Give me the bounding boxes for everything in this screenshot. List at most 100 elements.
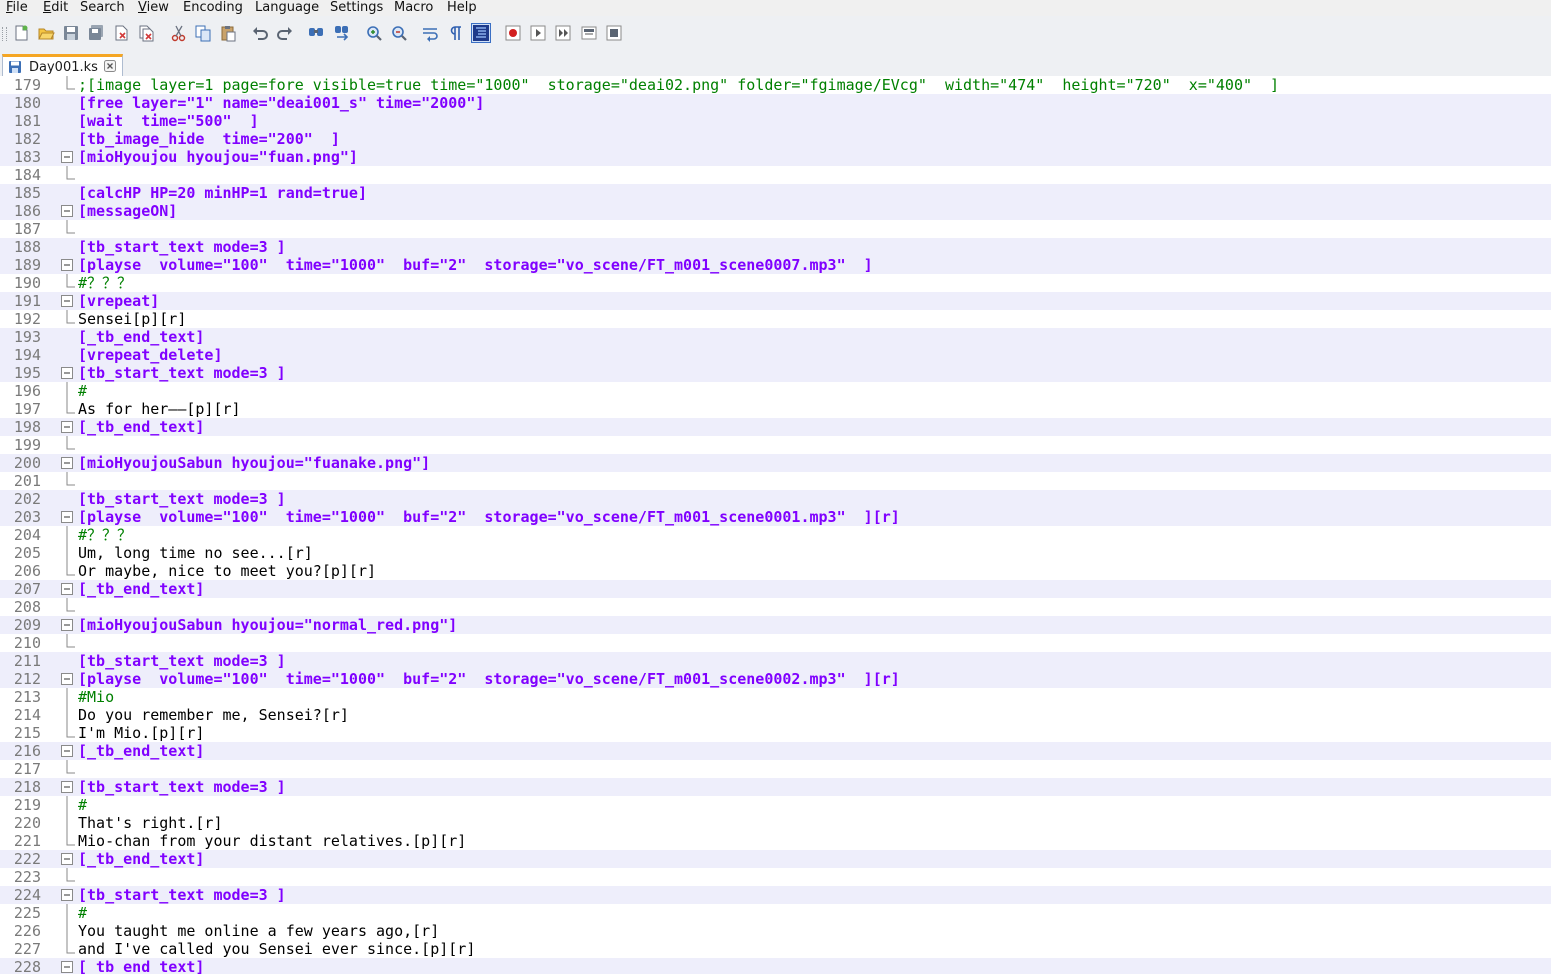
code-line[interactable]: 206 Or maybe, nice to meet you?[p][r] — [0, 562, 1551, 580]
menu-encoding[interactable]: Encoding — [183, 0, 243, 16]
fold-toggle-icon[interactable] — [58, 148, 76, 166]
editor-area[interactable]: 179 ;[image layer=1 page=fore visible=tru… — [0, 76, 1551, 974]
fold-toggle-icon[interactable] — [58, 454, 76, 472]
code-line[interactable]: 208 — [0, 598, 1551, 616]
record-macro-button[interactable] — [504, 24, 522, 42]
replace-button[interactable] — [333, 24, 351, 42]
code-line[interactable]: 224 [tb_start_text mode=3 ] — [0, 886, 1551, 904]
code-line[interactable]: 196 # — [0, 382, 1551, 400]
code-line[interactable]: 201 — [0, 472, 1551, 490]
code-line[interactable]: 191 [vrepeat] — [0, 292, 1551, 310]
code-line[interactable]: 216 [_tb_end_text] — [0, 742, 1551, 760]
find-button[interactable] — [307, 24, 325, 42]
code-line[interactable]: 198 [_tb_end_text] — [0, 418, 1551, 436]
cut-button[interactable] — [170, 24, 188, 42]
code-line[interactable]: 209 [mioHyoujouSabun hyoujou="normal_red.… — [0, 616, 1551, 634]
code-line[interactable]: 188 [tb_start_text mode=3 ] — [0, 238, 1551, 256]
code-line[interactable]: 218 [tb_start_text mode=3 ] — [0, 778, 1551, 796]
paste-button[interactable] — [219, 24, 237, 42]
code-line[interactable]: 227 and I've called you Sensei ever since… — [0, 940, 1551, 958]
code-line[interactable]: 199 — [0, 436, 1551, 454]
code-line[interactable]: 194 [vrepeat_delete] — [0, 346, 1551, 364]
fold-toggle-icon[interactable] — [58, 202, 76, 220]
code-line[interactable]: 211 [tb_start_text mode=3 ] — [0, 652, 1551, 670]
word-wrap-button[interactable] — [421, 24, 439, 42]
zoom-out-button[interactable] — [390, 24, 408, 42]
code-line[interactable]: 219 # — [0, 796, 1551, 814]
fold-toggle-icon[interactable] — [58, 616, 76, 634]
fold-toggle-icon[interactable] — [58, 418, 76, 436]
code-line[interactable]: 220 That's right.[r] — [0, 814, 1551, 832]
indent-guide-button[interactable] — [471, 23, 491, 43]
code-line[interactable]: 187 — [0, 220, 1551, 238]
fold-toggle-icon[interactable] — [58, 508, 76, 526]
code-line[interactable]: 205 Um, long time no see...[r] — [0, 544, 1551, 562]
save-macro-button[interactable] — [605, 24, 623, 42]
fold-toggle-icon[interactable] — [58, 778, 76, 796]
tab-day001[interactable]: Day001.ks — [2, 54, 123, 76]
code-line[interactable]: 189 [playse volume="100" time="1000" buf=… — [0, 256, 1551, 274]
code-line[interactable]: 185 [calcHP HP=20 minHP=1 rand=true] — [0, 184, 1551, 202]
close-tab-icon[interactable] — [104, 60, 116, 72]
play-macro-button[interactable] — [554, 24, 572, 42]
fold-toggle-icon[interactable] — [58, 256, 76, 274]
code-line[interactable]: 202 [tb_start_text mode=3 ] — [0, 490, 1551, 508]
open-file-button[interactable] — [37, 24, 55, 42]
run-macro-multiple-button[interactable] — [580, 24, 598, 42]
fold-toggle-icon[interactable] — [58, 580, 76, 598]
code-line[interactable]: 212 [playse volume="100" time="1000" buf=… — [0, 670, 1551, 688]
save-button[interactable] — [62, 24, 80, 42]
code-line[interactable]: 186 [messageON] — [0, 202, 1551, 220]
code-line[interactable]: 226 You taught me online a few years ago,… — [0, 922, 1551, 940]
fold-toggle-icon[interactable] — [58, 670, 76, 688]
toolbar-grip[interactable] — [2, 27, 7, 41]
copy-button[interactable] — [194, 24, 212, 42]
menu-view[interactable]: View — [138, 0, 169, 16]
menu-edit[interactable]: Edit — [43, 0, 68, 16]
menu-language[interactable]: Language — [255, 0, 319, 16]
code-line[interactable]: 203 [playse volume="100" time="1000" buf=… — [0, 508, 1551, 526]
code-line[interactable]: 214 Do you remember me, Sensei?[r] — [0, 706, 1551, 724]
new-file-button[interactable] — [12, 24, 30, 42]
fold-toggle-icon[interactable] — [58, 958, 76, 974]
menu-file[interactable]: File — [6, 0, 28, 16]
code-line[interactable]: 183 [mioHyoujou hyoujou="fuan.png"] — [0, 148, 1551, 166]
code-line[interactable]: 181 [wait time="500" ] — [0, 112, 1551, 130]
code-line[interactable]: 228 [_tb_end_text] — [0, 958, 1551, 974]
menu-macro[interactable]: Macro — [394, 0, 433, 16]
fold-toggle-icon[interactable] — [58, 292, 76, 310]
stop-macro-button[interactable] — [529, 24, 547, 42]
code-line[interactable]: 179 ;[image layer=1 page=fore visible=tru… — [0, 76, 1551, 94]
code-line[interactable]: 192 Sensei[p][r] — [0, 310, 1551, 328]
menu-search[interactable]: Search — [80, 0, 125, 16]
code-line[interactable]: 193 [_tb_end_text] — [0, 328, 1551, 346]
fold-toggle-icon[interactable] — [58, 364, 76, 382]
undo-button[interactable] — [251, 24, 269, 42]
code-line[interactable]: 195 [tb_start_text mode=3 ] — [0, 364, 1551, 382]
code-line[interactable]: 190 #？？？ — [0, 274, 1551, 292]
menu-help[interactable]: Help — [447, 0, 477, 16]
close-button[interactable] — [112, 24, 130, 42]
save-all-button[interactable] — [87, 24, 105, 42]
show-all-chars-button[interactable] — [446, 24, 464, 42]
code-line[interactable]: 204 #？？？ — [0, 526, 1551, 544]
menu-settings[interactable]: Settings — [330, 0, 383, 16]
code-line[interactable]: 217 — [0, 760, 1551, 778]
code-line[interactable]: 200 [mioHyoujouSabun hyoujou="fuanake.png… — [0, 454, 1551, 472]
redo-button[interactable] — [276, 24, 294, 42]
zoom-in-button[interactable] — [365, 24, 383, 42]
code-line[interactable]: 207 [_tb_end_text] — [0, 580, 1551, 598]
code-line[interactable]: 180 [free layer="1" name="deai001_s" time… — [0, 94, 1551, 112]
code-line[interactable]: 225 # — [0, 904, 1551, 922]
code-line[interactable]: 210 — [0, 634, 1551, 652]
code-line[interactable]: 213 #Mio — [0, 688, 1551, 706]
fold-toggle-icon[interactable] — [58, 742, 76, 760]
fold-toggle-icon[interactable] — [58, 886, 76, 904]
code-line[interactable]: 221 Mio-chan from your distant relatives.… — [0, 832, 1551, 850]
code-line[interactable]: 182 [tb_image_hide time="200" ] — [0, 130, 1551, 148]
code-line[interactable]: 197 As for her——[p][r] — [0, 400, 1551, 418]
code-line[interactable]: 223 — [0, 868, 1551, 886]
code-line[interactable]: 215 I'm Mio.[p][r] — [0, 724, 1551, 742]
fold-toggle-icon[interactable] — [58, 850, 76, 868]
close-all-button[interactable] — [137, 24, 155, 42]
